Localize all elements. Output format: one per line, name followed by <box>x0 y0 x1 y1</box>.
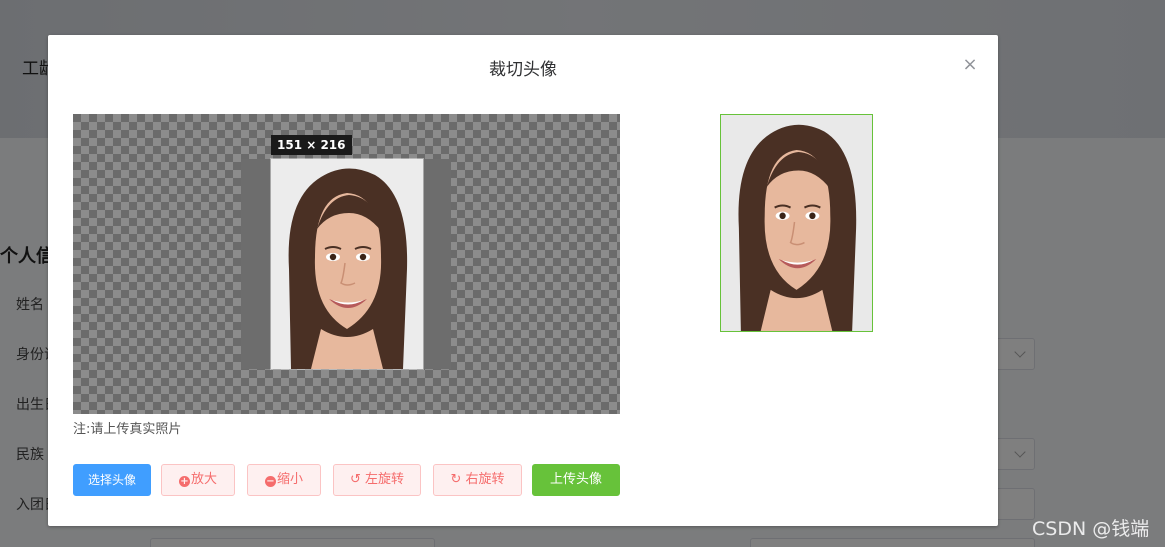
close-icon[interactable]: × <box>960 55 980 75</box>
portrait-photo <box>271 159 423 369</box>
zoom-out-label: 缩小 <box>276 472 303 487</box>
avatar-preview <box>720 114 873 332</box>
rotate-right-label: 右旋转 <box>465 472 505 487</box>
cropper-canvas[interactable]: 151 × 216 <box>73 114 620 414</box>
watermark: CSDN @钱端 <box>1032 518 1150 540</box>
minus-circle-icon: − <box>264 476 276 487</box>
dialog-title: 裁切头像 <box>489 60 557 80</box>
rotate-left-button[interactable]: ↺ 左旋转 <box>333 464 421 496</box>
crop-avatar-dialog: 裁切头像 × 151 × 216 注:请上传真实照片 选择头像 + 放大 − 缩… <box>48 35 998 526</box>
crop-box[interactable] <box>270 158 424 370</box>
rotate-left-label: 左旋转 <box>365 472 405 487</box>
zoom-in-label: 放大 <box>190 472 217 487</box>
upload-avatar-button[interactable]: 上传头像 <box>532 464 620 496</box>
upload-note: 注:请上传真实照片 <box>73 422 182 437</box>
rotate-right-button[interactable]: ↻ 右旋转 <box>433 464 522 496</box>
zoom-out-button[interactable]: − 缩小 <box>247 464 321 496</box>
portrait-preview <box>721 115 872 331</box>
rotate-right-icon: ↻ <box>450 472 462 487</box>
rotate-left-icon: ↺ <box>349 472 361 487</box>
plus-circle-icon: + <box>178 476 190 487</box>
zoom-in-button[interactable]: + 放大 <box>161 464 235 496</box>
crop-size-tag: 151 × 216 <box>271 135 352 155</box>
select-avatar-button[interactable]: 选择头像 <box>73 464 151 496</box>
